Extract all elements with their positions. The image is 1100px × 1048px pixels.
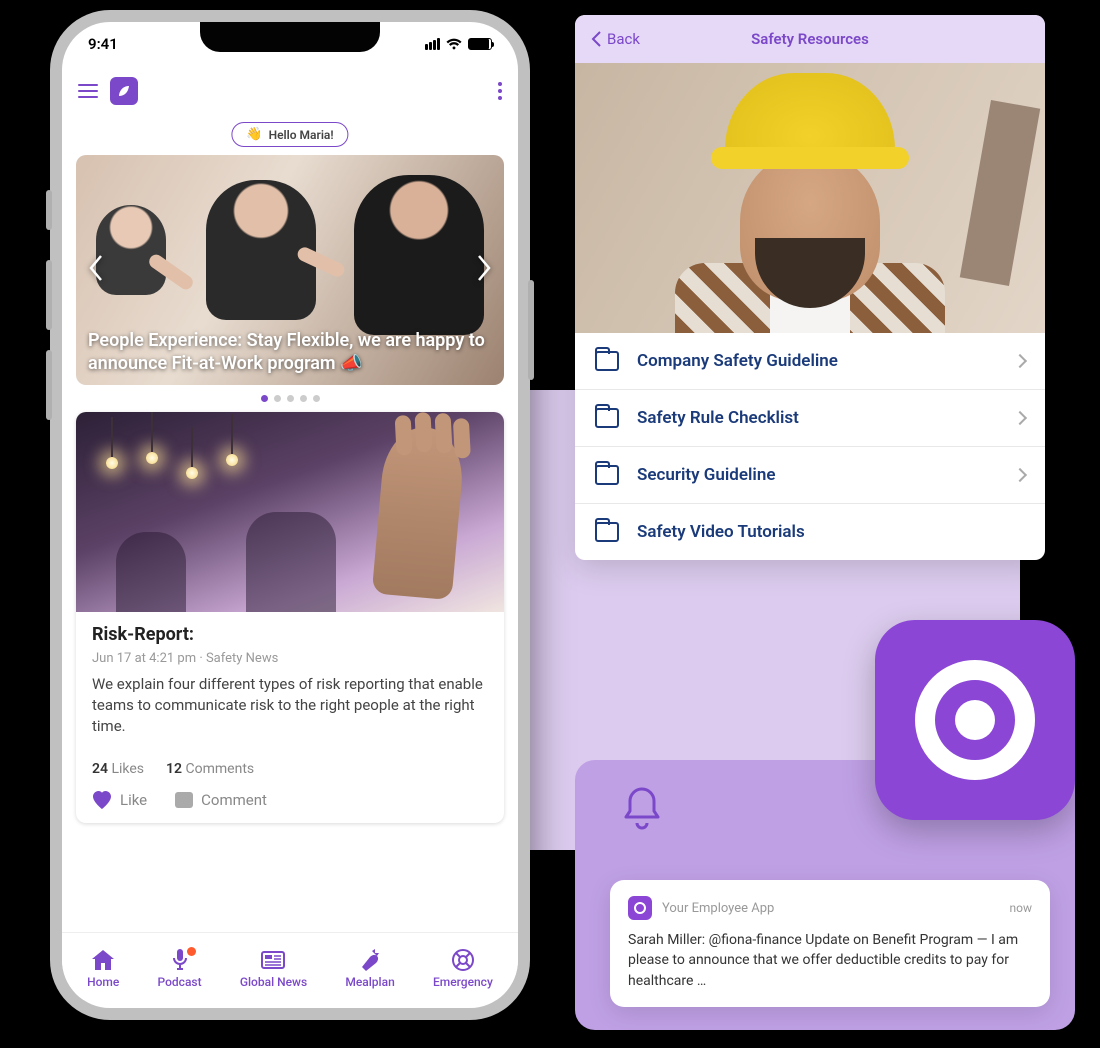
carousel-dot[interactable] (274, 395, 281, 402)
battery-icon (468, 38, 492, 50)
carousel-next-button[interactable] (470, 248, 498, 292)
likes-count: 24 (92, 761, 108, 777)
status-time: 9:41 (88, 35, 118, 53)
tab-label: Emergency (433, 975, 493, 989)
tab-home[interactable]: Home (87, 949, 119, 989)
tab-podcast[interactable]: Podcast (158, 949, 202, 989)
resource-item[interactable]: Security Guideline (575, 447, 1045, 504)
tab-mealplan[interactable]: Mealplan (345, 949, 394, 989)
resource-item[interactable]: Company Safety Guideline (575, 333, 1045, 390)
carousel-dot[interactable] (287, 395, 294, 402)
tab-global-news[interactable]: Global News (240, 949, 307, 989)
bottom-tabbar: Home Podcast Global News Mealplan Emerge… (62, 932, 518, 1000)
back-label: Back (607, 30, 640, 48)
home-icon (91, 949, 115, 971)
greeting-chip: Hello Maria! (231, 122, 348, 147)
resource-list: Company Safety Guideline Safety Rule Che… (575, 333, 1045, 560)
comment-icon (175, 792, 193, 808)
status-icons (425, 38, 492, 50)
tab-emergency[interactable]: Emergency (433, 949, 493, 989)
phone-frame: 9:41 Hello Maria! (50, 10, 530, 1020)
folder-icon (595, 522, 619, 542)
post-actions: Like Comment (76, 783, 504, 823)
phone-side-button (46, 350, 52, 420)
chevron-right-icon (1013, 411, 1027, 425)
tab-label: Home (87, 975, 119, 989)
carousel-prev-button[interactable] (82, 248, 110, 292)
app-icon-tile[interactable] (875, 620, 1075, 820)
chevron-right-icon (476, 254, 492, 282)
carousel-dot[interactable] (300, 395, 307, 402)
comment-label: Comment (201, 791, 267, 809)
post-stats: 24 Likes 12 Comments (76, 751, 504, 783)
hero-headline: People Experience: Stay Flexible, we are… (88, 330, 492, 375)
feed: People Experience: Stay Flexible, we are… (62, 155, 518, 947)
tab-label: Podcast (158, 975, 202, 989)
carrot-icon (358, 949, 382, 971)
safety-resources-panel: Back Safety Resources Company Safety Gui… (575, 15, 1045, 560)
comment-button[interactable]: Comment (175, 791, 267, 809)
news-icon (261, 949, 285, 971)
like-button[interactable]: Like (92, 791, 147, 809)
menu-button[interactable] (78, 84, 98, 98)
post-title: Risk-Report: (92, 624, 488, 645)
comments-count: 12 (166, 761, 182, 777)
post-image (76, 412, 504, 612)
carousel-dot[interactable] (313, 395, 320, 402)
post-text: We explain four different types of risk … (92, 674, 488, 737)
panel-header: Back Safety Resources (575, 15, 1045, 63)
greeting-text: Hello Maria! (269, 128, 334, 142)
resource-item[interactable]: Safety Video Tutorials (575, 504, 1045, 560)
notification-card[interactable]: Your Employee App now Sarah Miller: @fio… (610, 880, 1050, 1007)
resource-label: Safety Rule Checklist (637, 408, 997, 428)
resource-label: Company Safety Guideline (637, 351, 997, 371)
cellular-icon (425, 38, 440, 50)
lifebuoy-icon (451, 949, 475, 971)
tab-label: Mealplan (345, 975, 394, 989)
wifi-icon (446, 38, 462, 50)
notification-body: Sarah Miller: @fiona-finance Update on B… (628, 930, 1032, 991)
safety-hero-image (575, 63, 1045, 333)
notification-header: Your Employee App now (628, 896, 1032, 920)
feed-post[interactable]: Risk-Report: Jun 17 at 4:21 pm · Safety … (76, 412, 504, 823)
chevron-left-icon (88, 254, 104, 282)
post-meta: Jun 17 at 4:21 pm · Safety News (92, 651, 488, 666)
heart-icon (92, 791, 112, 809)
phone-side-button (46, 260, 52, 330)
chevron-left-icon (591, 31, 601, 47)
folder-icon (595, 465, 619, 485)
likes-label: Likes (111, 761, 144, 777)
chevron-right-icon (1013, 354, 1027, 368)
app-logo[interactable] (110, 77, 138, 105)
panel-title: Safety Resources (751, 30, 869, 48)
notification-app-name: Your Employee App (662, 901, 1000, 916)
bell-icon (620, 785, 664, 833)
app-header (62, 66, 518, 116)
hero-carousel[interactable]: People Experience: Stay Flexible, we are… (76, 155, 504, 385)
resource-label: Safety Video Tutorials (637, 522, 1025, 542)
like-label: Like (120, 791, 147, 809)
resource-item[interactable]: Safety Rule Checklist (575, 390, 1045, 447)
phone-screen: 9:41 Hello Maria! (62, 22, 518, 1008)
carousel-dots (76, 395, 504, 402)
resource-label: Security Guideline (637, 465, 997, 485)
target-icon (915, 660, 1035, 780)
phone-side-button (46, 190, 52, 230)
phone-side-button (528, 280, 534, 380)
notification-time: now (1010, 901, 1033, 915)
more-button[interactable] (498, 82, 502, 100)
folder-icon (595, 351, 619, 371)
folder-icon (595, 408, 619, 428)
tab-label: Global News (240, 975, 307, 989)
phone-notch (200, 22, 380, 52)
leaf-icon (116, 83, 132, 99)
chevron-right-icon (1013, 468, 1027, 482)
back-button[interactable]: Back (591, 30, 640, 48)
notification-dot (187, 947, 196, 956)
carousel-dot[interactable] (261, 395, 268, 402)
notification-app-icon (628, 896, 652, 920)
comments-label: Comments (186, 761, 255, 777)
